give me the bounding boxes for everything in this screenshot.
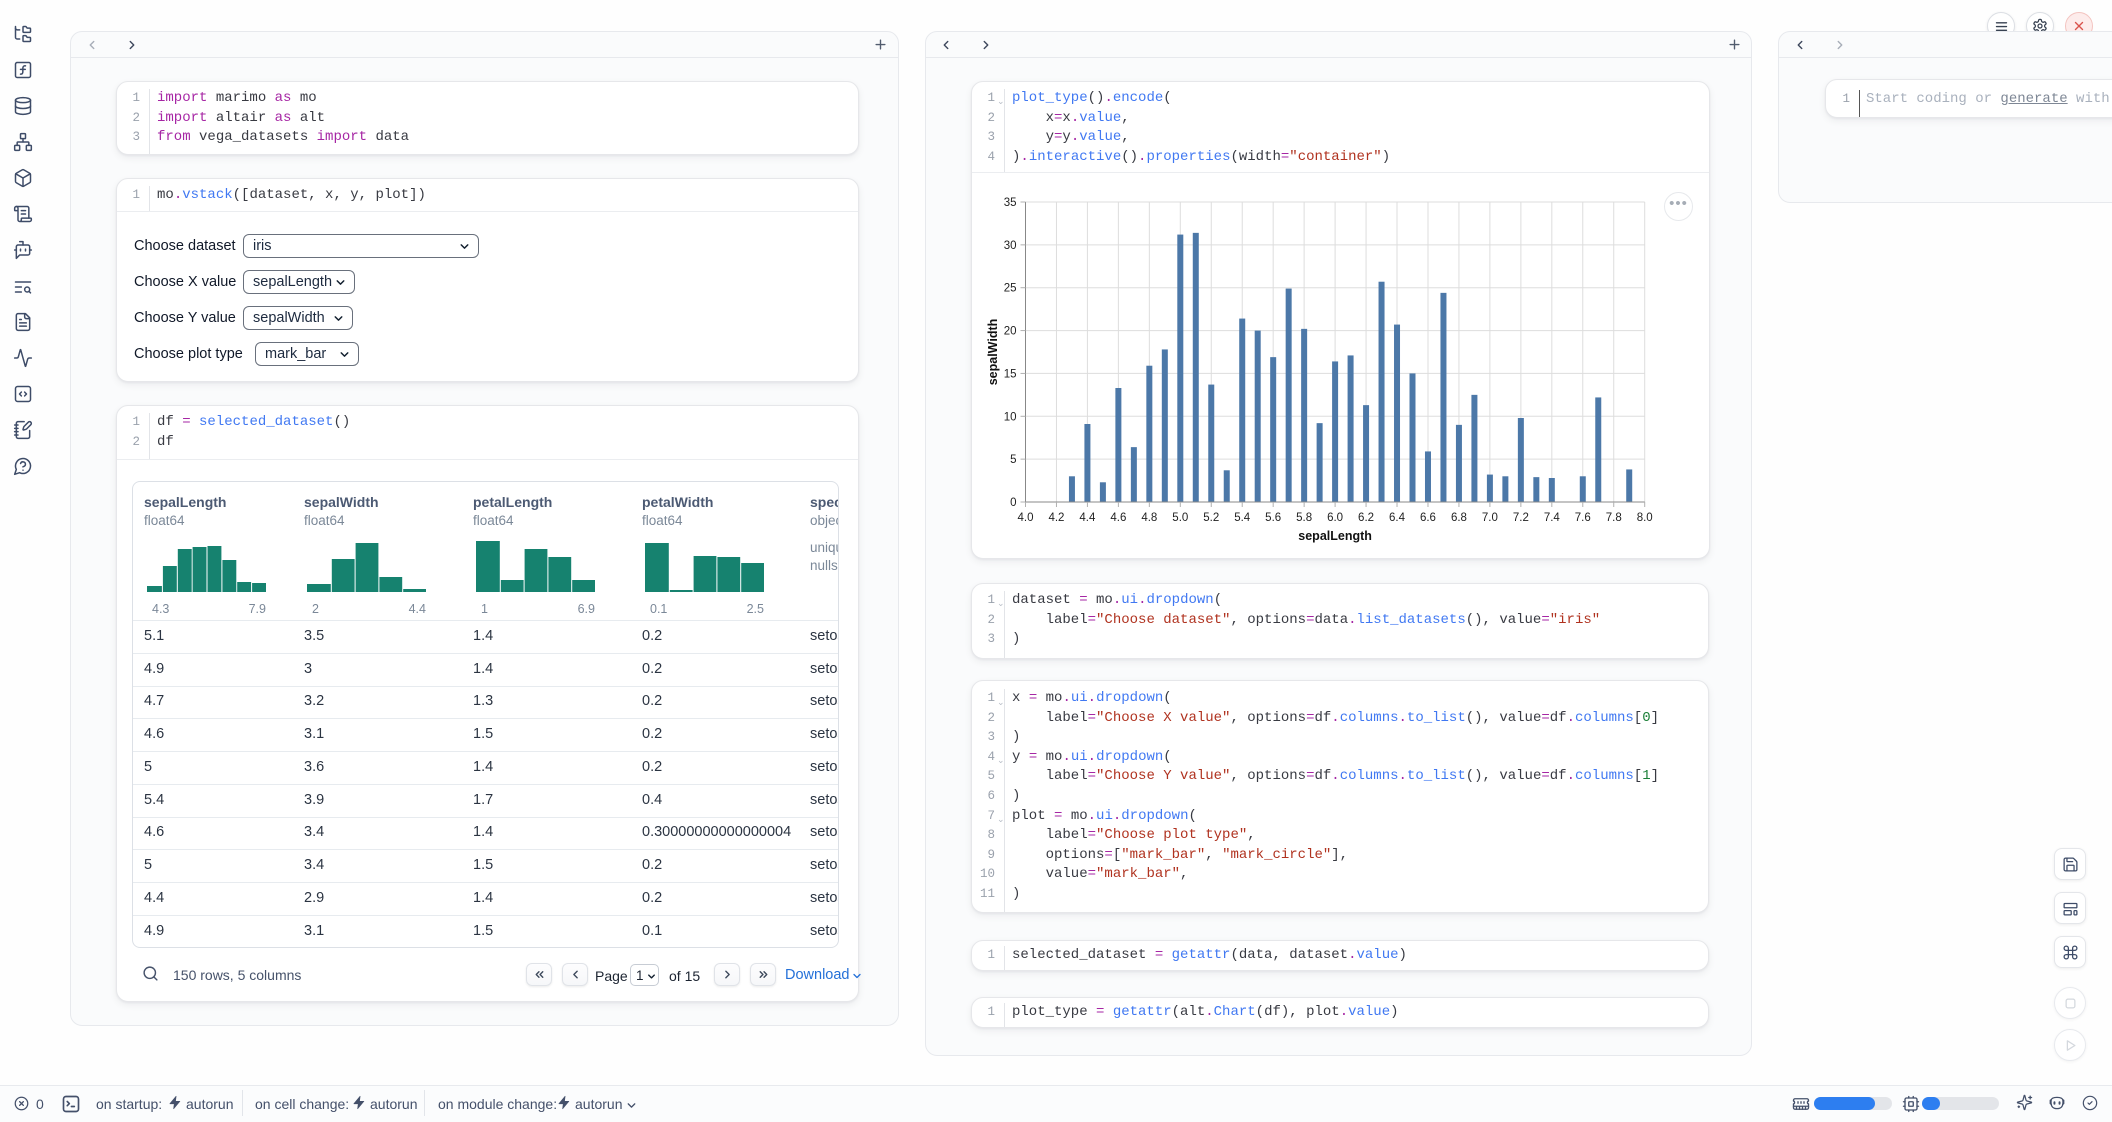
svg-text:4.0: 4.0 <box>1018 512 1034 524</box>
svg-text:6.2: 6.2 <box>1358 512 1374 524</box>
svg-text:5.2: 5.2 <box>1203 512 1219 524</box>
svg-text:sepalLength: sepalLength <box>1298 529 1372 543</box>
svg-text:4.6: 4.6 <box>1110 512 1126 524</box>
svg-text:7.0: 7.0 <box>1482 512 1498 524</box>
svg-text:4.4: 4.4 <box>1079 512 1096 524</box>
svg-text:7.6: 7.6 <box>1575 512 1591 524</box>
svg-text:sepalWidth: sepalWidth <box>986 319 1000 386</box>
svg-text:5: 5 <box>1010 454 1016 466</box>
svg-text:7.4: 7.4 <box>1544 512 1561 524</box>
svg-text:15: 15 <box>1004 368 1017 380</box>
svg-text:6.6: 6.6 <box>1420 512 1436 524</box>
svg-text:35: 35 <box>1004 197 1017 209</box>
svg-text:30: 30 <box>1004 240 1017 252</box>
svg-text:10: 10 <box>1004 411 1017 423</box>
svg-text:4.2: 4.2 <box>1048 512 1064 524</box>
svg-text:4.8: 4.8 <box>1141 512 1157 524</box>
svg-text:7.8: 7.8 <box>1606 512 1622 524</box>
svg-text:6.0: 6.0 <box>1327 512 1343 524</box>
svg-text:8.0: 8.0 <box>1637 512 1653 524</box>
svg-text:7.2: 7.2 <box>1513 512 1529 524</box>
svg-text:5.8: 5.8 <box>1296 512 1312 524</box>
svg-text:6.8: 6.8 <box>1451 512 1467 524</box>
svg-text:5.4: 5.4 <box>1234 512 1251 524</box>
svg-text:20: 20 <box>1004 326 1017 338</box>
svg-text:25: 25 <box>1004 283 1017 295</box>
svg-text:0: 0 <box>1010 497 1016 509</box>
svg-text:6.4: 6.4 <box>1389 512 1406 524</box>
svg-text:5.6: 5.6 <box>1265 512 1281 524</box>
svg-text:5.0: 5.0 <box>1172 512 1188 524</box>
